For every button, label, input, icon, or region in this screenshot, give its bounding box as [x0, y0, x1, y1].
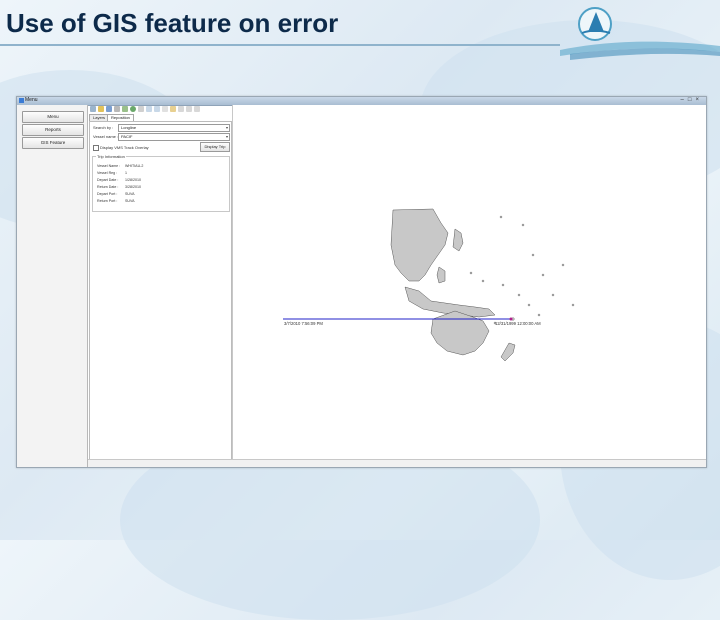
- zoom-out-icon[interactable]: [154, 106, 160, 112]
- map-canvas[interactable]: 3/7/2010 7:56:09 PM 12/31/1999 12:00:00 …: [232, 105, 706, 459]
- chevron-down-icon: ▾: [225, 125, 228, 130]
- zoom-in-icon[interactable]: [146, 106, 152, 112]
- globe-icon[interactable]: [130, 106, 136, 112]
- search-by-value: Longline: [121, 125, 137, 130]
- trip-information-group: Trip Information Vessel Name : WHITIAU-2…: [92, 154, 230, 212]
- track-end-label: 12/31/1999 12:00:00 AM: [495, 321, 541, 326]
- australia-landmass: [430, 310, 490, 356]
- reposition-panel: Search by : Longline ▾ Vessel name : PAC…: [89, 121, 232, 465]
- trip-label: Return Port :: [97, 199, 118, 203]
- chevron-down-icon: ▾: [225, 134, 228, 139]
- map-toolbar: [88, 105, 233, 114]
- display-trip-button[interactable]: Display Trip: [200, 142, 230, 152]
- trip-information-title: Trip Information: [96, 154, 126, 159]
- tab-layers[interactable]: Layers: [89, 114, 110, 121]
- indonesia-landmass: [404, 286, 496, 318]
- pointer-icon[interactable]: [138, 106, 144, 112]
- left-menu-panel: Menu Reports GIS Feature: [17, 105, 88, 467]
- trip-label: Vessel Name :: [97, 164, 121, 168]
- tab-reposition[interactable]: Reposition: [107, 114, 134, 121]
- vessel-name-value: PACIF: [121, 134, 133, 139]
- trip-label: Return Date :: [97, 185, 119, 189]
- close-icon[interactable]: ×: [695, 97, 703, 103]
- trip-value: 1: [125, 171, 127, 175]
- app-icon: [19, 98, 24, 103]
- help-icon[interactable]: [194, 106, 200, 112]
- trip-value: 3/28/2010: [125, 185, 141, 189]
- window-controls[interactable]: –□×: [681, 97, 703, 103]
- trip-value: SUVA: [125, 192, 135, 196]
- spc-logo: [560, 7, 720, 60]
- reports-button[interactable]: Reports: [22, 124, 84, 136]
- trip-value: WHITIAU-2: [125, 164, 144, 168]
- pan-icon[interactable]: [162, 106, 168, 112]
- window-title: Menu: [25, 97, 38, 103]
- print-icon[interactable]: [114, 106, 120, 112]
- trip-value: 1/28/2010: [125, 178, 141, 182]
- trip-value: SUVA: [125, 199, 135, 203]
- search-by-select[interactable]: Longline ▾: [118, 124, 230, 132]
- map-status-bar: [88, 459, 706, 467]
- vessel-name-label: Vessel name :: [93, 134, 119, 139]
- philippines-landmass: [436, 266, 446, 284]
- open-folder-icon[interactable]: [98, 106, 104, 112]
- vms-overlay-label: Display VMS Track Overlay: [100, 145, 149, 150]
- vms-overlay-checkbox[interactable]: [93, 145, 99, 151]
- layer-icon[interactable]: [122, 106, 128, 112]
- japan-landmass: [452, 228, 464, 252]
- minimize-icon[interactable]: –: [681, 97, 688, 103]
- new-zealand-landmass: [500, 342, 516, 362]
- vessel-name-select[interactable]: PACIF ▾: [118, 133, 230, 141]
- map-svg: [283, 208, 575, 362]
- info-icon[interactable]: [186, 106, 192, 112]
- select-icon[interactable]: [170, 106, 176, 112]
- trip-label: Vessel Reg :: [97, 171, 118, 175]
- track-start-label: 3/7/2010 7:56:09 PM: [284, 321, 323, 326]
- gis-feature-button[interactable]: GIS Feature: [22, 137, 84, 149]
- menu-button[interactable]: Menu: [22, 111, 84, 123]
- measure-icon[interactable]: [178, 106, 184, 112]
- trip-label: Depart Date :: [97, 178, 119, 182]
- save-icon[interactable]: [106, 106, 112, 112]
- search-by-label: Search by :: [93, 125, 114, 130]
- pacific-islands: [469, 215, 575, 325]
- trip-label: Depart Port :: [97, 192, 118, 196]
- gis-application-window: Menu –□× Menu Reports GIS Feature Layers…: [16, 96, 707, 468]
- new-icon[interactable]: [90, 106, 96, 112]
- slide-title: Use of GIS feature on error: [6, 8, 339, 38]
- title-divider: [0, 44, 560, 46]
